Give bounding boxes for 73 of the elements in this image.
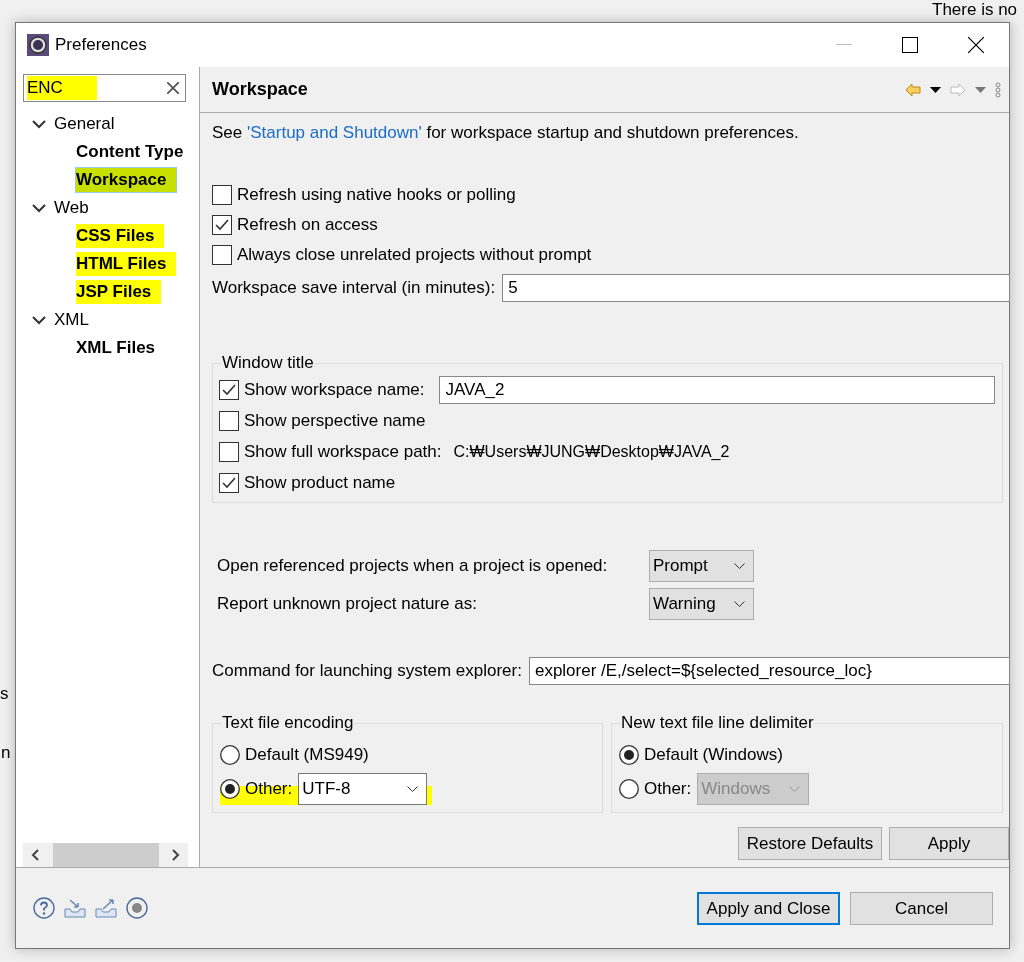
horizontal-scrollbar[interactable] [23,843,188,867]
radio-label: Default (Windows) [644,745,783,765]
filter-field[interactable]: ENC [23,74,186,102]
tree-item[interactable]: XML Files [76,338,156,358]
description-text: See 'Startup and Shutdown' for workspace startup and shutdown preferences. [212,123,800,143]
clear-icon[interactable] [167,82,179,94]
checkbox-label: Refresh on access [237,215,378,235]
background-text: There is no [932,0,1018,20]
dropdown-icon[interactable] [930,86,941,93]
chevron-icon [734,601,745,607]
cancel-button[interactable]: Cancel [850,892,993,925]
window-title: Preferences [55,35,147,55]
radio-button[interactable] [220,779,240,799]
back-arrow-icon[interactable] [905,82,921,97]
radio-button[interactable] [619,745,639,765]
checkbox[interactable] [219,379,239,400]
scrollbar-thumb[interactable] [52,843,159,867]
group-title: Text file encoding [221,713,355,733]
record-icon[interactable] [126,897,148,919]
tree-item[interactable]: General [54,114,115,134]
tree-item[interactable]: Web [54,198,89,218]
input-field[interactable]: 5 [502,274,1010,302]
radio-button[interactable] [220,745,240,765]
checkbox-label: Show product name [244,472,396,493]
dropdown[interactable]: Prompt [649,550,754,582]
tree-item[interactable]: Content Type [76,142,184,162]
close-icon [968,37,984,53]
page-title: Workspace [212,79,308,100]
dropdown[interactable]: Warning [649,588,754,620]
apply-button[interactable]: Apply [889,827,1009,860]
checkbox-label: Show full workspace path: [244,441,442,462]
import-icon[interactable] [64,897,86,919]
tree-item[interactable]: XML [54,310,89,330]
tree-item[interactable]: HTML Files [76,252,177,276]
dropdown[interactable]: UTF-8 [298,773,428,805]
minimize-icon [836,44,852,46]
checkbox[interactable] [212,245,232,265]
field-label: Workspace save interval (in minutes): [212,278,496,298]
startup-shutdown-link[interactable]: 'Startup and Shutdown' [247,123,422,142]
checkbox[interactable] [212,215,232,235]
maximize-icon [902,37,918,53]
restore-defaults-button[interactable]: Restore Defaults [738,827,882,860]
checkbox[interactable] [212,185,232,205]
export-icon[interactable] [95,897,117,919]
path-text: C:₩Users₩JUNG₩Desktop₩JAVA_2 [453,442,730,461]
tree-item[interactable]: Workspace [76,168,177,192]
chevron-icon[interactable] [32,315,46,325]
checkbox-label: Show workspace name: [244,379,425,400]
chevron-icon [789,786,801,792]
input-field[interactable]: explorer /E,/select=${selected_resource_loc} [528,656,1010,685]
input-field[interactable]: JAVA_2 [439,375,995,404]
background-text: s [0,684,9,704]
help-icon[interactable] [33,897,55,919]
gear-icon [27,34,49,56]
checkbox[interactable] [219,441,239,462]
dropdown-label: Open referenced projects when a project is opened: [217,556,609,576]
checkbox-label: Always close unrelated projects without prompt [237,245,592,265]
apply-and-close-button[interactable]: Apply and Close [697,892,840,925]
checkbox[interactable] [219,472,239,493]
radio-label: Other: [644,779,692,799]
chevron-icon[interactable] [32,203,46,213]
radio-label: Default (MS949) [245,745,369,765]
checkbox[interactable] [219,410,239,431]
checkbox-label: Refresh using native hooks or polling [237,185,516,205]
tree-item[interactable]: JSP Files [76,280,162,304]
field-label: Command for launching system explorer: [212,660,522,681]
chevron-icon[interactable] [32,119,46,129]
dropdown-label: Report unknown project nature as: [217,594,478,614]
background-text: n [1,743,11,763]
chevron-icon [407,786,419,792]
chevron-icon [734,563,745,569]
checkbox-label: Show perspective name [244,410,426,431]
tree-item[interactable]: CSS Files [76,224,165,248]
